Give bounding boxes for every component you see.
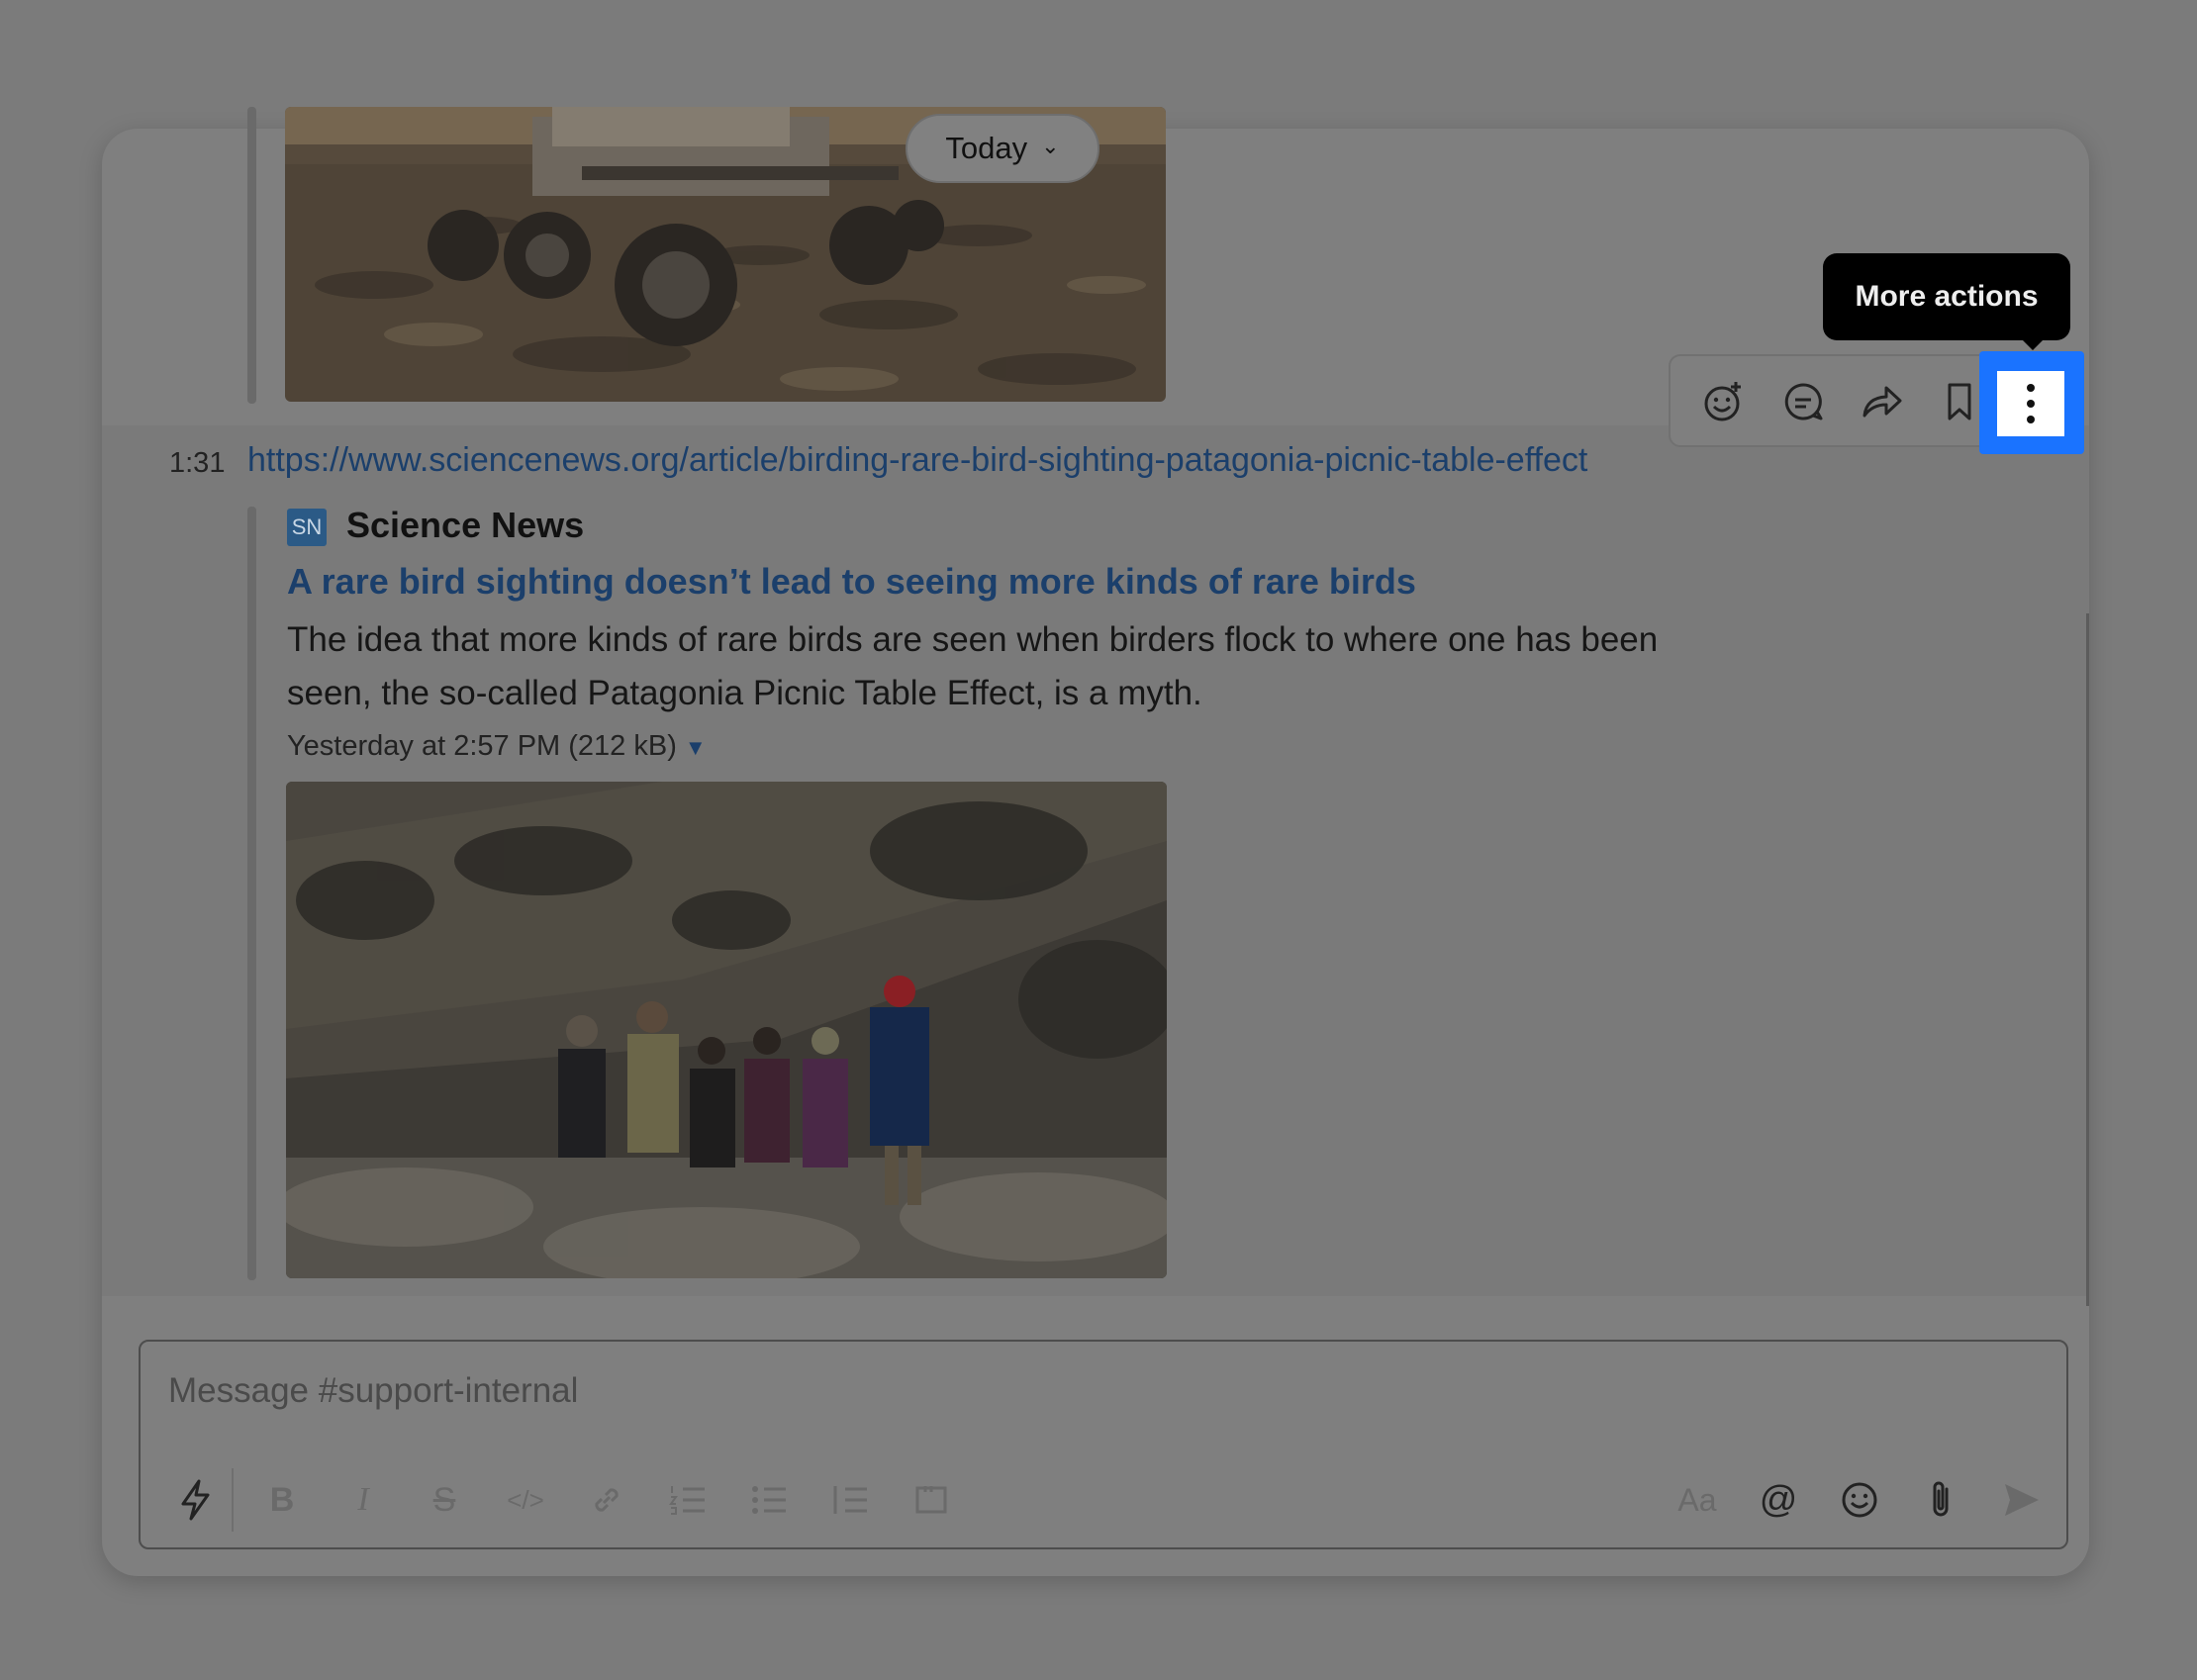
bulleted-list-icon	[752, 1486, 786, 1514]
date-divider-today[interactable]: Today ⌄	[906, 114, 1099, 183]
ordered-list-button[interactable]	[663, 1475, 713, 1525]
add-reaction-icon	[1704, 382, 1741, 421]
attachment-meta: Yesterday at 2:57 PM (212 kB) ▼	[287, 730, 707, 763]
link-icon	[595, 1488, 619, 1512]
share-message-button[interactable]	[1855, 374, 1910, 429]
send-icon	[2005, 1484, 2039, 1516]
code-icon: </>	[507, 1484, 544, 1515]
shortcuts-button[interactable]	[170, 1475, 220, 1525]
reply-thread-icon	[1784, 383, 1823, 420]
date-divider-label: Today	[945, 131, 1028, 165]
italic-button[interactable]: I	[338, 1475, 388, 1525]
message-timestamp[interactable]: 1:31	[169, 447, 225, 480]
italic-icon: I	[357, 1481, 369, 1518]
mention-button[interactable]: @	[1754, 1475, 1803, 1525]
emoji-icon	[1842, 1482, 1877, 1518]
message-link[interactable]: https://www.sciencenews.org/article/bird…	[247, 441, 1587, 480]
message-input[interactable]	[166, 1365, 1853, 1417]
strikethrough-icon: S	[432, 1480, 456, 1519]
article-title-link[interactable]: A rare bird sighting doesn’t lead to see…	[287, 561, 1416, 603]
bulleted-list-button[interactable]	[744, 1475, 794, 1525]
article-description: The idea that more kinds of rare birds a…	[287, 620, 1659, 712]
blockquote-button[interactable]	[825, 1475, 875, 1525]
site-name: Science News	[346, 505, 585, 545]
paperclip-icon	[1933, 1481, 1949, 1517]
emoji-button[interactable]	[1835, 1475, 1884, 1525]
blockquote-icon	[833, 1486, 867, 1514]
birders-image[interactable]	[286, 782, 1167, 1278]
attachment-bar	[247, 507, 256, 1280]
strikethrough-button[interactable]: S	[420, 1475, 469, 1525]
site-logo: SN	[287, 509, 327, 546]
lightning-icon	[181, 1479, 210, 1521]
bold-icon: B	[269, 1480, 295, 1519]
scrollbar[interactable]	[2086, 613, 2089, 1306]
caret-down-icon[interactable]: ▼	[685, 735, 707, 760]
link-button[interactable]	[582, 1475, 631, 1525]
attach-button[interactable]	[1916, 1475, 1965, 1525]
bookmark-icon	[1948, 383, 1971, 420]
attachment-meta-text: Yesterday at 2:57 PM (212 kB)	[287, 730, 677, 762]
bold-button[interactable]: B	[257, 1475, 307, 1525]
code-block-button[interactable]	[907, 1475, 956, 1525]
more-actions-tooltip: More actions	[1823, 253, 2070, 340]
toolbar-divider	[232, 1468, 234, 1532]
more-actions-button-inner[interactable]	[1997, 371, 2064, 436]
ordered-list-icon	[669, 1486, 705, 1515]
formatting-label: Aa	[1677, 1481, 1717, 1518]
code-block-icon	[915, 1486, 947, 1514]
attachment-bar	[247, 107, 256, 404]
add-reaction-button[interactable]	[1696, 374, 1752, 429]
formatting-toggle-button[interactable]: Aa	[1672, 1475, 1722, 1525]
send-button[interactable]	[1997, 1475, 2047, 1525]
reply-in-thread-button[interactable]	[1775, 374, 1831, 429]
message-list[interactable]: 1:31 https://www.sciencenews.org/article…	[102, 0, 2089, 1306]
message-composer[interactable]: B I S </> Aa @	[139, 1340, 2068, 1549]
code-button[interactable]: </>	[501, 1475, 550, 1525]
share-icon	[1863, 386, 1902, 418]
chevron-down-icon: ⌄	[1041, 134, 1060, 158]
tooltip-arrow	[2019, 336, 2047, 350]
more-actions-icon	[2027, 384, 2035, 423]
mention-icon: @	[1759, 1478, 1798, 1521]
more-actions-button[interactable]	[1979, 351, 2084, 454]
